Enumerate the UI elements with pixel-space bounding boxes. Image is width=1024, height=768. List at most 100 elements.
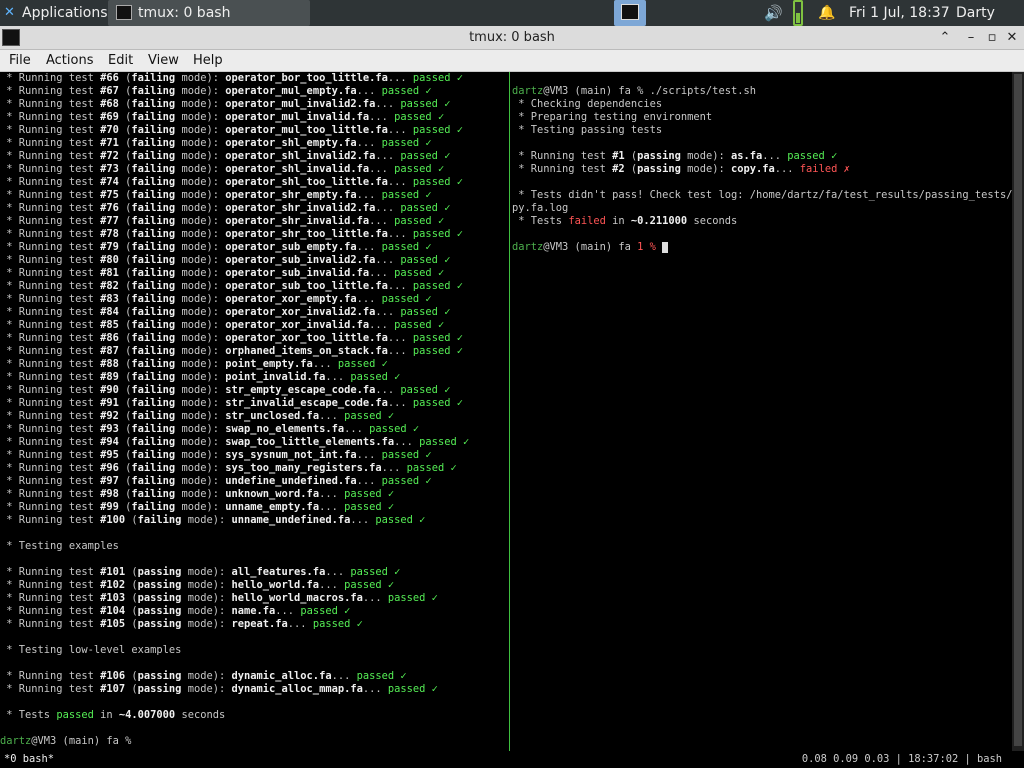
terminal-text: failing bbox=[131, 410, 176, 422]
terminal-text: ... bbox=[287, 618, 313, 630]
terminal-text: #101 bbox=[100, 566, 126, 578]
terminal-text: ... bbox=[362, 592, 388, 604]
shade-icon[interactable]: ⌃ bbox=[936, 28, 954, 48]
terminal-text: mode): bbox=[175, 215, 226, 227]
terminal-line: * Running test #105 (passing mode): repe… bbox=[0, 618, 508, 631]
maximize-icon[interactable]: ▫ bbox=[983, 28, 1001, 48]
terminal-text: passed ✓ bbox=[412, 72, 463, 84]
terminal-text: ... bbox=[387, 176, 413, 188]
menu-actions[interactable]: Actions bbox=[46, 50, 94, 72]
terminal-text: mode): bbox=[680, 150, 731, 162]
terminal-text: ( bbox=[118, 410, 132, 422]
terminal-text: passed ✓ bbox=[387, 592, 438, 604]
terminal-text: #88 bbox=[100, 358, 119, 370]
terminal-text: passed ✓ bbox=[344, 501, 395, 513]
terminal-line: * Running test #93 (failing mode): swap_… bbox=[0, 423, 508, 436]
terminal-text: ... bbox=[356, 137, 382, 149]
terminal-text: failed ✗ bbox=[799, 163, 850, 175]
terminal-text: mode): bbox=[175, 488, 226, 500]
launcher-terminal-button[interactable] bbox=[614, 0, 646, 26]
terminal-text: ( bbox=[118, 358, 132, 370]
terminal-text: as.fa bbox=[730, 150, 763, 162]
terminal-text: failing bbox=[131, 319, 176, 331]
terminal-text: undefine_undefined.fa bbox=[225, 475, 357, 487]
scrollbar[interactable] bbox=[1012, 72, 1024, 751]
terminal-text: ( bbox=[118, 332, 132, 344]
terminal-text: failed bbox=[568, 215, 606, 227]
terminal-text: mode): bbox=[175, 72, 226, 84]
terminal-text: ( bbox=[624, 150, 638, 162]
terminal-text: ( bbox=[118, 202, 132, 214]
terminal-text: * Running test bbox=[512, 150, 613, 162]
terminal-text: ... bbox=[312, 358, 338, 370]
terminal-text: @VM3 (main) fa bbox=[543, 241, 638, 253]
terminal-text: passed ✓ bbox=[787, 150, 838, 162]
volume-icon[interactable]: 🔊 bbox=[764, 0, 783, 26]
terminal-text: @VM3 (main) fa % ./scripts/test.sh bbox=[543, 85, 756, 97]
menu-view[interactable]: View bbox=[148, 50, 179, 72]
close-icon[interactable]: ✕ bbox=[1003, 28, 1021, 48]
terminal-text: mode): bbox=[175, 501, 226, 513]
terminal-line: * Preparing testing environment bbox=[512, 111, 1012, 124]
terminal-line: * Tests failed in ~0.211000 seconds bbox=[512, 215, 1012, 228]
taskbar-item-terminal[interactable]: tmux: 0 bash bbox=[108, 0, 310, 26]
terminal-text: #91 bbox=[100, 397, 119, 409]
terminal-text: * Running test bbox=[0, 306, 101, 318]
terminal-text: mode): bbox=[175, 241, 226, 253]
terminal-text: * Running test bbox=[0, 124, 101, 136]
terminal-text: passed ✓ bbox=[412, 345, 463, 357]
terminal-text: * Running test bbox=[0, 371, 101, 383]
terminal-text: * Running test bbox=[0, 267, 101, 279]
terminal-text: passed ✓ bbox=[381, 137, 432, 149]
terminal-text: ( bbox=[118, 345, 132, 357]
terminal-text: mode): bbox=[181, 566, 232, 578]
battery-icon[interactable] bbox=[793, 0, 803, 26]
terminal-text: sys_too_many_registers.fa bbox=[225, 462, 382, 474]
terminal-text: ~4.007000 bbox=[118, 709, 176, 721]
terminal-text: hello_world.fa bbox=[231, 579, 320, 591]
applications-menu-button[interactable]: ✕ Applications bbox=[0, 0, 108, 26]
terminal-text: #1 bbox=[612, 150, 625, 162]
terminal-text: #82 bbox=[100, 280, 119, 292]
terminal-text: mode): bbox=[181, 683, 232, 695]
terminal-text: #89 bbox=[100, 371, 119, 383]
terminal-line: * Running test #84 (failing mode): opera… bbox=[0, 306, 508, 319]
terminal-text: swap_too_little_elements.fa bbox=[225, 436, 395, 448]
clock[interactable]: Fri 1 Jul, 18:37 bbox=[849, 0, 950, 26]
tmux-pane-right[interactable]: dartz@VM3 (main) fa % ./scripts/test.sh … bbox=[512, 72, 1012, 751]
terminal-text: ( bbox=[125, 592, 138, 604]
terminal-text: * Running test bbox=[0, 254, 101, 266]
minimize-icon[interactable]: – bbox=[962, 28, 980, 48]
terminal-text: failing bbox=[131, 280, 176, 292]
terminal-text: * Running test bbox=[0, 293, 101, 305]
user-menu[interactable]: Darty uwu bbox=[956, 0, 1024, 47]
terminal-text: #107 bbox=[100, 683, 126, 695]
menu-help[interactable]: Help bbox=[193, 50, 223, 72]
terminal-area[interactable]: * Running test #66 (failing mode): opera… bbox=[0, 72, 1024, 768]
window-titlebar[interactable]: tmux: 0 bash ⌃ – ▫ ✕ bbox=[0, 26, 1024, 50]
terminal-text: hello_world_macros.fa bbox=[231, 592, 363, 604]
terminal-text: ( bbox=[118, 254, 132, 266]
terminal-text: * Running test bbox=[0, 423, 101, 435]
tmux-pane-left[interactable]: * Running test #66 (failing mode): opera… bbox=[0, 72, 508, 751]
terminal-text: #99 bbox=[100, 501, 119, 513]
terminal-text: failing bbox=[131, 124, 176, 136]
terminal-text: #81 bbox=[100, 267, 119, 279]
terminal-text: * Running test bbox=[0, 150, 101, 162]
taskbar-item-label: tmux: 0 bash bbox=[138, 5, 231, 21]
terminal-text: ... bbox=[774, 163, 800, 175]
menu-file[interactable]: File bbox=[9, 50, 31, 72]
terminal-text: str_empty_escape_code.fa bbox=[225, 384, 376, 396]
terminal-text: #66 bbox=[100, 72, 119, 84]
terminal-text: py.fa.log bbox=[512, 202, 569, 214]
terminal-text: * Running test bbox=[0, 618, 101, 630]
scrollbar-thumb[interactable] bbox=[1014, 74, 1022, 746]
terminal-text: sys_sysnum_not_int.fa bbox=[225, 449, 357, 461]
terminal-text: * Running test bbox=[0, 514, 101, 526]
notification-bell-icon[interactable]: 🔔 bbox=[818, 0, 835, 26]
terminal-text: * Running test bbox=[0, 98, 101, 110]
terminal-text: ( bbox=[118, 488, 132, 500]
menu-edit[interactable]: Edit bbox=[108, 50, 133, 72]
terminal-text: failing bbox=[131, 150, 176, 162]
